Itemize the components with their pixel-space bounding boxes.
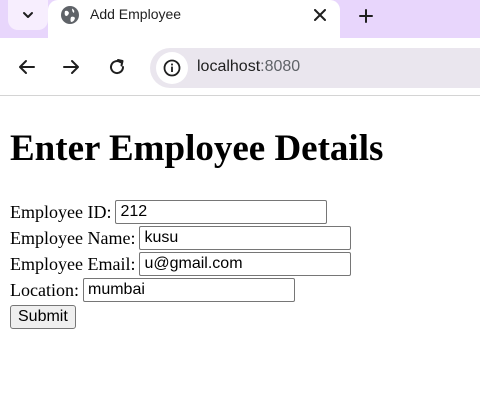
arrow-right-icon [63, 60, 79, 74]
close-icon [314, 9, 326, 21]
chevron-down-icon [23, 12, 33, 18]
close-tab-button[interactable] [312, 7, 328, 23]
site-info-button[interactable] [156, 52, 188, 84]
submit-button[interactable]: Submit [10, 305, 76, 329]
plus-icon [359, 9, 373, 23]
employee-id-row: Employee ID: [10, 199, 351, 225]
info-icon [163, 59, 181, 77]
employee-id-input[interactable] [115, 200, 328, 224]
location-row: Location: [10, 277, 351, 303]
location-input[interactable] [82, 278, 295, 302]
browser-toolbar: localhost:8080 [0, 38, 480, 96]
arrow-left-icon [19, 60, 35, 74]
url-host: localhost [197, 58, 261, 75]
tab-search-button[interactable] [8, 0, 48, 30]
reload-button[interactable] [106, 56, 128, 78]
employee-email-row: Employee Email: [10, 251, 352, 277]
employee-form: Employee ID: Employee Name: Employee Ema… [10, 199, 352, 329]
forward-button[interactable] [60, 56, 82, 78]
tab-title: Add Employee [90, 6, 182, 22]
url-text[interactable]: localhost:8080 [197, 58, 300, 76]
page-content: Enter Employee Details Employee ID: Empl… [0, 97, 480, 400]
globe-icon [61, 6, 79, 24]
new-tab-button[interactable] [355, 5, 377, 27]
location-label: Location: [10, 279, 79, 300]
employee-email-label: Employee Email: [10, 253, 136, 274]
reload-icon [110, 59, 125, 75]
employee-name-label: Employee Name: [10, 227, 136, 248]
employee-name-row: Employee Name: [10, 225, 352, 251]
active-tab[interactable]: Add Employee [48, 0, 340, 38]
tab-strip: Add Employee [0, 0, 480, 38]
employee-name-input[interactable] [139, 226, 352, 250]
back-button[interactable] [16, 56, 38, 78]
page-title: Enter Employee Details [10, 128, 384, 169]
employee-email-input[interactable] [139, 252, 352, 276]
employee-id-label: Employee ID: [10, 201, 112, 222]
url-port: :8080 [260, 58, 301, 75]
address-bar[interactable]: localhost:8080 [150, 48, 480, 88]
